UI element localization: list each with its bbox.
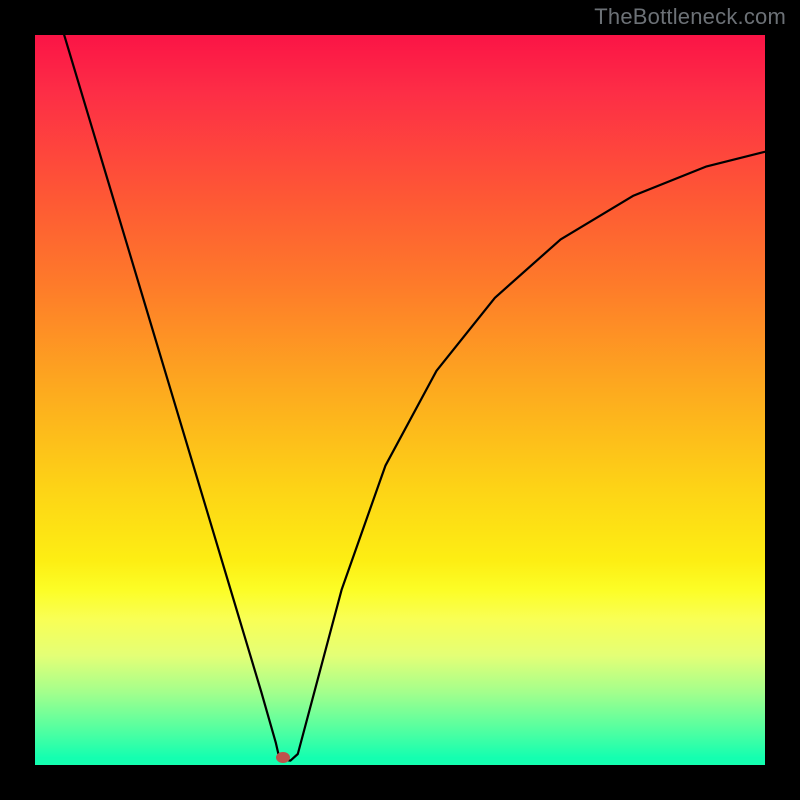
curve-path bbox=[64, 35, 765, 761]
watermark-link[interactable]: TheBottleneck.com bbox=[594, 4, 786, 30]
chart-frame bbox=[0, 0, 800, 800]
bottleneck-curve bbox=[35, 35, 765, 765]
plot-area bbox=[35, 35, 765, 765]
